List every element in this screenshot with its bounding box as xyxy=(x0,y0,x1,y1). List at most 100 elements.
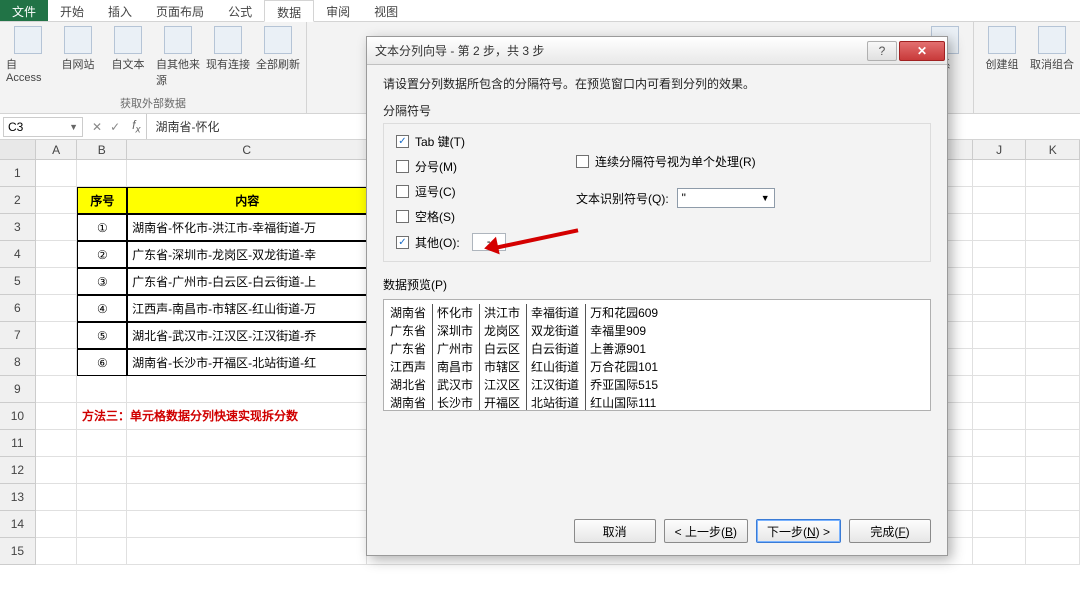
preview-pane[interactable]: 湖南省怀化市洪江市幸福街道万和花园609广东省深圳市龙岗区双龙街道幸福里909广… xyxy=(383,299,931,411)
cell[interactable] xyxy=(77,457,127,484)
cell[interactable] xyxy=(1026,484,1080,511)
cell[interactable] xyxy=(973,403,1027,430)
col-B[interactable]: B xyxy=(77,140,127,159)
cell[interactable] xyxy=(36,403,78,430)
cell[interactable] xyxy=(36,376,78,403)
help-button[interactable]: ? xyxy=(867,41,897,61)
btn-ungroup[interactable]: 取消组合 xyxy=(1030,26,1074,72)
cell[interactable]: ⑤ xyxy=(77,322,127,349)
cell[interactable] xyxy=(36,268,78,295)
cell[interactable] xyxy=(36,349,78,376)
cell[interactable] xyxy=(127,484,367,511)
cell[interactable] xyxy=(36,511,78,538)
cell[interactable] xyxy=(36,241,78,268)
chk-comma[interactable]: 逗号(C) xyxy=(396,183,546,200)
other-delimiter-input[interactable] xyxy=(472,233,506,251)
cell[interactable] xyxy=(973,511,1027,538)
cancel-button[interactable]: 取消 xyxy=(574,519,656,543)
row-header[interactable]: 5 xyxy=(0,268,36,295)
cell[interactable] xyxy=(973,268,1027,295)
cell[interactable] xyxy=(1026,268,1080,295)
cell[interactable] xyxy=(77,538,127,565)
cell[interactable] xyxy=(36,160,78,187)
col-C[interactable]: C xyxy=(127,140,367,159)
row-header[interactable]: 15 xyxy=(0,538,36,565)
cell[interactable] xyxy=(973,457,1027,484)
btn-from-text[interactable]: 自文本 xyxy=(106,26,150,88)
tab-layout[interactable]: 页面布局 xyxy=(144,0,216,21)
cell[interactable]: 内容 xyxy=(127,187,367,214)
cell[interactable]: 江西声-南昌市-市辖区-红山街道-万 xyxy=(127,295,367,322)
cell[interactable] xyxy=(1026,214,1080,241)
chk-space[interactable]: 空格(S) xyxy=(396,208,546,225)
row-header[interactable]: 14 xyxy=(0,511,36,538)
row-header[interactable]: 3 xyxy=(0,214,36,241)
cell[interactable] xyxy=(1026,241,1080,268)
cell[interactable]: 广东省-广州市-白云区-白云街道-上 xyxy=(127,268,367,295)
cell[interactable] xyxy=(77,511,127,538)
btn-existing-conn[interactable]: 现有连接 xyxy=(206,26,250,88)
fx-icon[interactable]: fx xyxy=(126,118,146,135)
cell[interactable] xyxy=(973,295,1027,322)
row-header[interactable]: 11 xyxy=(0,430,36,457)
cell[interactable] xyxy=(127,538,367,565)
col-J[interactable]: J xyxy=(973,140,1027,159)
cell[interactable] xyxy=(1026,295,1080,322)
fx-cancel-icon[interactable]: ✕ xyxy=(92,120,102,134)
row-header[interactable]: 2 xyxy=(0,187,36,214)
tab-data[interactable]: 数据 xyxy=(264,0,314,22)
cell[interactable]: 湖南省-怀化市-洪江市-幸福街道-万 xyxy=(127,214,367,241)
btn-from-access[interactable]: 自 Access xyxy=(6,26,50,88)
close-button[interactable]: ✕ xyxy=(899,41,945,61)
cell[interactable]: ⑥ xyxy=(77,349,127,376)
cell[interactable] xyxy=(77,430,127,457)
row-header[interactable]: 7 xyxy=(0,322,36,349)
cell[interactable] xyxy=(77,484,127,511)
tab-view[interactable]: 视图 xyxy=(362,0,410,21)
tab-file[interactable]: 文件 xyxy=(0,0,48,21)
cell[interactable] xyxy=(1026,403,1080,430)
cell[interactable] xyxy=(127,160,367,187)
name-box[interactable]: C3 ▼ xyxy=(3,117,83,137)
cell[interactable]: 湖南省-长沙市-开福区-北站街道-红 xyxy=(127,349,367,376)
cell[interactable]: ② xyxy=(77,241,127,268)
cell[interactable] xyxy=(973,430,1027,457)
chk-other[interactable]: 其他(O): xyxy=(396,233,546,251)
cell[interactable] xyxy=(973,376,1027,403)
btn-refresh-all[interactable]: 全部刷新 xyxy=(256,26,300,88)
col-A[interactable]: A xyxy=(36,140,78,159)
cell[interactable] xyxy=(36,538,78,565)
chevron-down-icon[interactable]: ▼ xyxy=(69,122,78,132)
cell[interactable] xyxy=(127,430,367,457)
cell[interactable] xyxy=(1026,187,1080,214)
chk-semicolon[interactable]: 分号(M) xyxy=(396,158,546,175)
cell[interactable] xyxy=(36,295,78,322)
select-all-corner[interactable] xyxy=(0,140,36,159)
cell[interactable] xyxy=(1026,538,1080,565)
row-header[interactable]: 8 xyxy=(0,349,36,376)
row-header[interactable]: 10 xyxy=(0,403,36,430)
cell[interactable] xyxy=(36,187,78,214)
cell[interactable]: ③ xyxy=(77,268,127,295)
cell[interactable] xyxy=(36,214,78,241)
cell[interactable] xyxy=(36,322,78,349)
cell[interactable] xyxy=(973,241,1027,268)
btn-from-other[interactable]: 自其他来源 xyxy=(156,26,200,88)
cell[interactable] xyxy=(36,457,78,484)
cell[interactable] xyxy=(1026,457,1080,484)
cell[interactable] xyxy=(1026,511,1080,538)
cell[interactable] xyxy=(36,484,78,511)
btn-from-web[interactable]: 自网站 xyxy=(56,26,100,88)
cell[interactable] xyxy=(973,214,1027,241)
row-header[interactable]: 9 xyxy=(0,376,36,403)
col-K[interactable]: K xyxy=(1026,140,1080,159)
cell[interactable] xyxy=(973,349,1027,376)
cell[interactable]: ④ xyxy=(77,295,127,322)
next-button[interactable]: 下一步(N) > xyxy=(756,519,841,543)
cell[interactable] xyxy=(973,538,1027,565)
cell[interactable]: 广东省-深圳市-龙岗区-双龙街道-幸 xyxy=(127,241,367,268)
row-header[interactable]: 1 xyxy=(0,160,36,187)
row-header[interactable]: 12 xyxy=(0,457,36,484)
finish-button[interactable]: 完成(F) xyxy=(849,519,931,543)
cell[interactable] xyxy=(1026,430,1080,457)
